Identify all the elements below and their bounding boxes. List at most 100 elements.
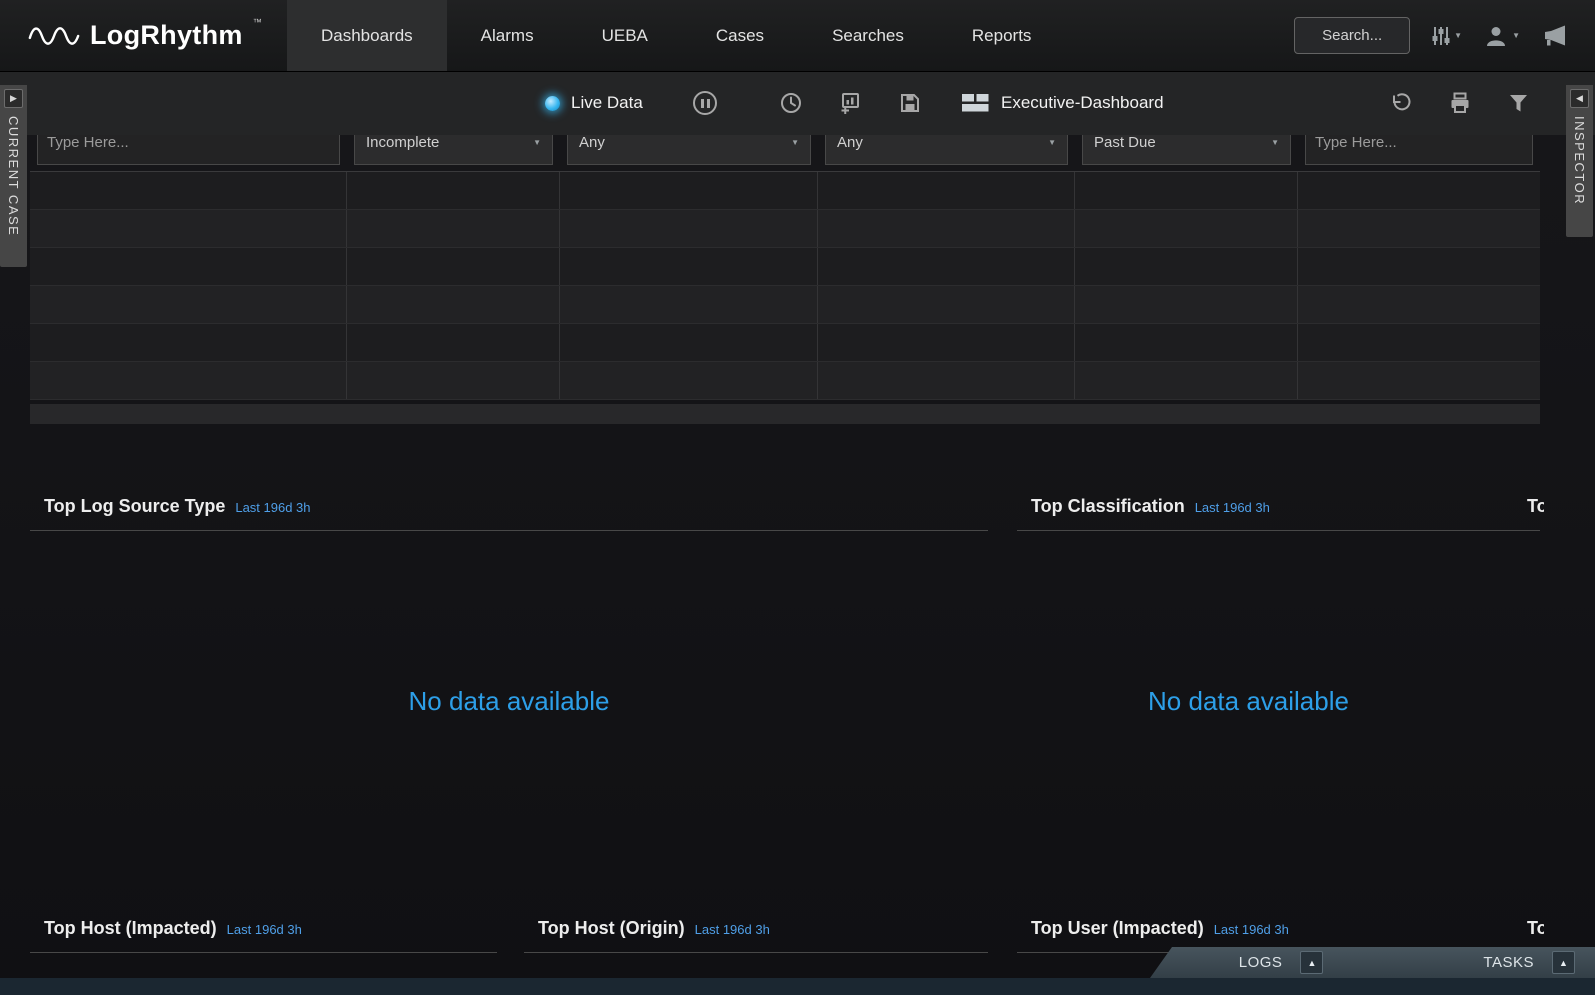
table-cell xyxy=(1075,210,1298,247)
top-nav: LogRhythm ™ Dashboards Alarms UEBA Cases… xyxy=(0,0,1595,71)
table-cell xyxy=(347,210,560,247)
brand: LogRhythm ™ xyxy=(0,0,287,71)
table-cell xyxy=(1298,248,1540,285)
widget-title: To xyxy=(1527,496,1544,516)
save-dashboard-button[interactable] xyxy=(899,71,921,135)
dashboard-name: Executive-Dashboard xyxy=(1001,93,1164,113)
table-cell xyxy=(1075,286,1298,323)
widget-title: Top Classification xyxy=(1031,496,1185,517)
current-case-panel-tab[interactable]: ▶ CURRENT CASE xyxy=(0,85,27,267)
print-icon[interactable] xyxy=(1448,92,1472,114)
text-filter-input-2[interactable] xyxy=(1305,135,1533,165)
table-cell xyxy=(1298,172,1540,209)
user-icon xyxy=(1484,25,1508,47)
tab-cases[interactable]: Cases xyxy=(682,0,798,71)
add-widget-button[interactable] xyxy=(838,71,862,135)
logs-drawer-tab[interactable]: LOGS xyxy=(1239,954,1283,971)
pause-button[interactable] xyxy=(693,71,717,135)
expand-left-icon[interactable]: ◀ xyxy=(1570,89,1589,108)
chevron-down-icon: ▼ xyxy=(1454,31,1462,40)
filter-icon[interactable] xyxy=(1508,93,1529,114)
save-icon xyxy=(899,92,921,114)
table-cell xyxy=(1075,362,1298,399)
dropdown-value: Any xyxy=(579,135,605,151)
dashboard-layout-icon xyxy=(962,94,989,112)
table-cell xyxy=(560,172,818,209)
announcements-icon[interactable] xyxy=(1542,24,1569,47)
status-filter-dropdown[interactable]: Incomplete ▼ xyxy=(354,135,553,165)
widget-header: Top Host (Impacted) Last 196d 3h xyxy=(30,912,497,953)
widget-top-log-source-type: Top Log Source Type Last 196d 3h No data… xyxy=(30,490,988,904)
tab-reports[interactable]: Reports xyxy=(938,0,1066,71)
primary-nav-tabs: Dashboards Alarms UEBA Cases Searches Re… xyxy=(287,0,1065,71)
pause-icon xyxy=(693,91,717,115)
table-row xyxy=(30,172,1540,210)
table-cell xyxy=(818,210,1075,247)
triangle-up-icon: ▲ xyxy=(1307,958,1316,968)
tab-ueba[interactable]: UEBA xyxy=(568,0,682,71)
table-cell xyxy=(30,172,347,209)
table-cell xyxy=(347,286,560,323)
live-data-radio-icon xyxy=(545,96,560,111)
table-cell xyxy=(347,362,560,399)
live-data-toggle[interactable]: Live Data xyxy=(545,71,643,135)
tasks-expand-button[interactable]: ▲ xyxy=(1552,951,1575,974)
table-cell xyxy=(818,362,1075,399)
table-cell xyxy=(1298,324,1540,361)
horizontal-scrollbar[interactable] xyxy=(30,404,1540,424)
dropdown-value: Past Due xyxy=(1094,135,1156,151)
logrhythm-logo-icon xyxy=(28,20,80,52)
widget-time-range: Last 196d 3h xyxy=(695,922,770,937)
due-date-filter-dropdown[interactable]: Past Due ▼ xyxy=(1082,135,1291,165)
table-cell xyxy=(1075,248,1298,285)
table-cell xyxy=(30,248,347,285)
table-row xyxy=(30,210,1540,248)
text-filter-input-1[interactable] xyxy=(37,135,340,165)
table-cell xyxy=(560,362,818,399)
filter-dropdown-2[interactable]: Any ▼ xyxy=(567,135,811,165)
tab-dashboards[interactable]: Dashboards xyxy=(287,0,447,71)
undo-icon[interactable] xyxy=(1388,91,1412,115)
widget-header: Top Log Source Type Last 196d 3h xyxy=(30,490,988,531)
top-nav-actions: Search... ▼ ▼ xyxy=(1294,0,1595,71)
widget-header: Top User (Impacted) Last 196d 3h xyxy=(1017,912,1540,953)
triangle-up-icon: ▲ xyxy=(1559,958,1568,968)
case-grid-body xyxy=(30,171,1540,400)
table-cell xyxy=(818,172,1075,209)
toolbar-right-actions xyxy=(1388,71,1529,135)
search-button[interactable]: Search... xyxy=(1294,17,1410,54)
dropdown-value: Any xyxy=(837,135,863,151)
chevron-down-icon: ▼ xyxy=(791,138,799,147)
dropdown-value: Incomplete xyxy=(366,135,439,151)
widget-top-classification: Top Classification Last 196d 3h No data … xyxy=(1017,490,1540,904)
widget-time-range: Last 196d 3h xyxy=(235,500,310,515)
dashboard-toolbar: Live Data xyxy=(0,71,1595,135)
table-row xyxy=(30,248,1540,286)
tab-searches[interactable]: Searches xyxy=(798,0,938,71)
sliders-icon xyxy=(1432,25,1450,47)
bottom-dock-bar: LOGS ▲ TASKS ▲ xyxy=(1150,947,1595,978)
time-range-button[interactable] xyxy=(779,71,803,135)
inspector-panel-tab[interactable]: ◀ INSPECTOR xyxy=(1566,85,1593,237)
table-cell xyxy=(347,324,560,361)
chevron-down-icon: ▼ xyxy=(1512,31,1520,40)
logrhythm-console: LogRhythm ™ Dashboards Alarms UEBA Cases… xyxy=(0,0,1595,995)
add-widget-icon xyxy=(838,91,862,115)
table-cell xyxy=(30,210,347,247)
tasks-drawer-tab[interactable]: TASKS xyxy=(1483,954,1534,971)
table-cell xyxy=(560,210,818,247)
table-row xyxy=(30,286,1540,324)
table-cell xyxy=(1298,210,1540,247)
widget-title: To xyxy=(1527,918,1544,938)
widget-header: Top Classification Last 196d 3h xyxy=(1017,490,1540,531)
table-cell xyxy=(347,172,560,209)
display-settings-control[interactable]: ▼ xyxy=(1432,25,1462,47)
dashboard-selector[interactable]: Executive-Dashboard xyxy=(962,71,1164,135)
logs-expand-button[interactable]: ▲ xyxy=(1300,951,1323,974)
expand-right-icon[interactable]: ▶ xyxy=(4,89,23,108)
tab-alarms[interactable]: Alarms xyxy=(447,0,568,71)
widget-title: Top User (Impacted) xyxy=(1031,918,1204,939)
user-menu-control[interactable]: ▼ xyxy=(1484,25,1520,47)
table-cell xyxy=(560,248,818,285)
filter-dropdown-3[interactable]: Any ▼ xyxy=(825,135,1068,165)
